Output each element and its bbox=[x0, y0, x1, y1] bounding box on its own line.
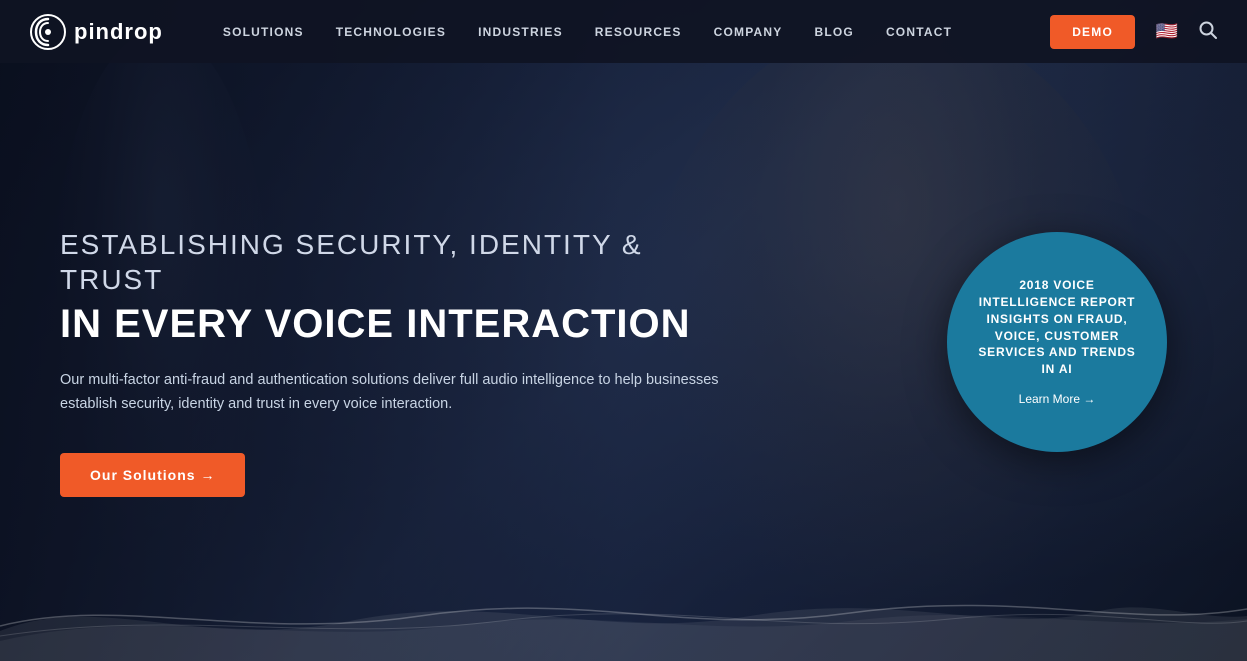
hero-eyebrow-line1: ESTABLISHING SECURITY, IDENTITY & bbox=[60, 229, 643, 260]
logo[interactable]: pindrop bbox=[30, 14, 163, 50]
demo-button[interactable]: DEMO bbox=[1050, 15, 1135, 49]
nav-item-resources[interactable]: RESOURCES bbox=[595, 25, 682, 39]
navbar: pindrop SOLUTIONS TECHNOLOGIES INDUSTRIE… bbox=[0, 0, 1247, 63]
nav-right: DEMO 🇺🇸 bbox=[1050, 15, 1217, 49]
nav-item-industries[interactable]: INDUSTRIES bbox=[478, 25, 563, 39]
nav-item-contact[interactable]: CONTACT bbox=[886, 25, 952, 39]
nav-item-company[interactable]: COMPANY bbox=[714, 25, 783, 39]
hero-title: IN EVERY VOICE INTERACTION bbox=[60, 301, 720, 347]
hero-eyebrow-line2: TRUST bbox=[60, 264, 163, 295]
nav-links: SOLUTIONS TECHNOLOGIES INDUSTRIES RESOUR… bbox=[223, 25, 1050, 39]
logo-text: pindrop bbox=[74, 19, 163, 45]
search-button[interactable] bbox=[1199, 21, 1217, 42]
hero-section: pindrop SOLUTIONS TECHNOLOGIES INDUSTRIE… bbox=[0, 0, 1247, 661]
language-flag[interactable]: 🇺🇸 bbox=[1153, 22, 1181, 42]
hero-eyebrow: ESTABLISHING SECURITY, IDENTITY & TRUST bbox=[60, 227, 720, 297]
circle-card-title: 2018 VOICE INTELLIGENCE REPORT INSIGHTS … bbox=[975, 277, 1139, 378]
nav-item-technologies[interactable]: TECHNOLOGIES bbox=[336, 25, 446, 39]
nav-item-solutions[interactable]: SOLUTIONS bbox=[223, 25, 304, 39]
nav-item-blog[interactable]: BLOG bbox=[814, 25, 853, 39]
circle-card: 2018 VOICE INTELLIGENCE REPORT INSIGHTS … bbox=[947, 232, 1167, 452]
hero-text-block: ESTABLISHING SECURITY, IDENTITY & TRUST … bbox=[60, 227, 720, 497]
search-icon bbox=[1199, 21, 1217, 39]
logo-icon bbox=[30, 14, 66, 50]
circle-card-learn-more[interactable]: Learn More → bbox=[1019, 392, 1096, 406]
hero-description: Our multi-factor anti-fraud and authenti… bbox=[60, 369, 720, 417]
hero-cta-button[interactable]: Our Solutions → bbox=[60, 453, 245, 497]
